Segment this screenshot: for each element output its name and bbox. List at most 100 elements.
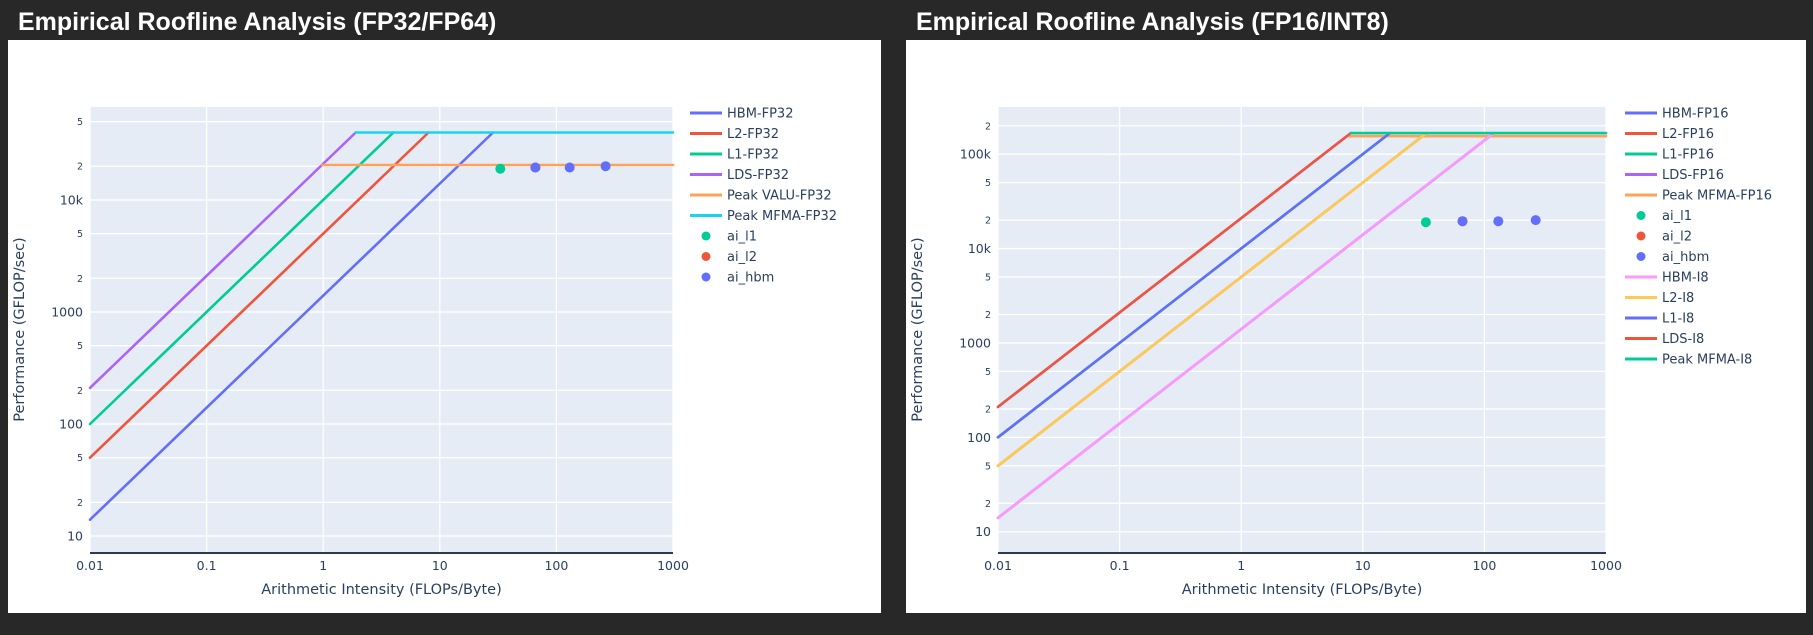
y-tick-label: 5 [985, 367, 991, 378]
legend-item-LDS-I8[interactable]: LDS-I8 [1625, 332, 1704, 347]
x-tick-label: 1000 [657, 558, 689, 573]
legend-item-L1-FP32[interactable]: L1-FP32 [690, 148, 779, 163]
y-tick-label: 2 [985, 216, 991, 227]
y-tick-label: 10k [968, 241, 992, 256]
series-point-ai_hbm[interactable] [565, 163, 575, 173]
legend-item-L2-I8[interactable]: L2-I8 [1625, 291, 1694, 306]
legend-dot-swatch [702, 232, 711, 241]
legend-dot-swatch [702, 273, 711, 282]
legend-item-Peak MFMA-FP32[interactable]: Peak MFMA-FP32 [690, 209, 837, 224]
legend-item-ai_hbm[interactable]: ai_hbm [702, 271, 775, 286]
y-tick-label: 5 [77, 341, 83, 352]
y-tick-label: 1000 [51, 304, 83, 319]
series-point-ai_hbm[interactable] [530, 163, 540, 173]
y-tick-label: 100 [967, 430, 991, 445]
legend-label: ai_l1 [1662, 209, 1692, 224]
y-tick-label: 5 [985, 272, 991, 283]
y-tick-label: 5 [77, 453, 83, 464]
y-tick-label: 2 [985, 121, 991, 132]
legend-item-ai_l1[interactable]: ai_l1 [1637, 209, 1692, 224]
legend-label: Peak MFMA-I8 [1662, 353, 1752, 368]
x-tick-label: 10 [1355, 558, 1371, 573]
y-tick-label: 10 [975, 524, 991, 539]
series-point-ai_hbm[interactable] [1493, 216, 1503, 226]
legend-item-Peak MFMA-I8[interactable]: Peak MFMA-I8 [1625, 353, 1752, 368]
legend-item-Peak VALU-FP32[interactable]: Peak VALU-FP32 [690, 189, 832, 204]
y-axis-title: Performance (GFLOP/sec) [12, 237, 28, 421]
legend-item-LDS-FP16[interactable]: LDS-FP16 [1625, 168, 1724, 183]
legend-item-Peak MFMA-FP16[interactable]: Peak MFMA-FP16 [1625, 189, 1772, 204]
legend-label: L2-I8 [1662, 291, 1694, 306]
x-tick-label: 0.01 [76, 558, 104, 573]
y-axis-title: Performance (GFLOP/sec) [910, 237, 926, 421]
x-tick-label: 1 [319, 558, 327, 573]
chart-card-fp32: 10251002510002510k250.010.11101001000Ari… [8, 40, 881, 613]
page: { "page": { "background": "#282828", "ca… [0, 0, 1813, 635]
x-axis-title: Arithmetic Intensity (FLOPs/Byte) [261, 582, 502, 598]
y-tick-label: 5 [985, 178, 991, 189]
y-tick-label: 2 [77, 274, 83, 285]
legend-label: LDS-FP32 [727, 168, 789, 183]
y-tick-label: 10 [67, 529, 83, 544]
chart-title-fp32: Empirical Roofline Analysis (FP32/FP64) [8, 0, 881, 40]
legend-item-HBM-I8[interactable]: HBM-I8 [1625, 271, 1709, 286]
x-axis-title: Arithmetic Intensity (FLOPs/Byte) [1182, 582, 1423, 598]
legend-label: HBM-FP32 [727, 107, 793, 122]
legend-label: Peak MFMA-FP16 [1662, 189, 1772, 204]
series-point-ai_l1[interactable] [495, 164, 505, 174]
y-tick-label: 100k [960, 147, 992, 162]
legend-item-LDS-FP32[interactable]: LDS-FP32 [690, 168, 789, 183]
legend-label: HBM-FP16 [1662, 107, 1728, 122]
legend-item-ai_l2[interactable]: ai_l2 [1637, 230, 1692, 245]
roofline-plot-fp16[interactable]: 10251002510002510k25100k20.010.111010010… [906, 40, 1806, 613]
legend-dot-swatch [1637, 211, 1646, 220]
legend-item-L2-FP16[interactable]: L2-FP16 [1625, 127, 1714, 142]
legend-item-HBM-FP32[interactable]: HBM-FP32 [690, 107, 793, 122]
chart-block-fp32: Empirical Roofline Analysis (FP32/FP64) … [8, 0, 881, 613]
y-tick-label: 2 [77, 498, 83, 509]
legend-label: L2-FP16 [1662, 127, 1714, 142]
legend-item-L1-FP16[interactable]: L1-FP16 [1625, 148, 1714, 163]
legend-item-HBM-FP16[interactable]: HBM-FP16 [1625, 107, 1728, 122]
y-tick-label: 10k [60, 192, 84, 207]
x-tick-label: 100 [1472, 558, 1496, 573]
plot-area[interactable] [90, 107, 673, 552]
legend-label: L1-FP32 [727, 148, 779, 163]
y-tick-label: 1000 [959, 335, 991, 350]
y-tick-label: 2 [985, 499, 991, 510]
legend-item-ai_hbm[interactable]: ai_hbm [1637, 250, 1710, 265]
legend-label: L1-I8 [1662, 312, 1694, 327]
y-tick-label: 2 [77, 162, 83, 173]
legend-label: Peak VALU-FP32 [727, 189, 832, 204]
legend-item-ai_l2[interactable]: ai_l2 [702, 250, 757, 265]
plot-area[interactable] [998, 107, 1606, 552]
x-tick-label: 10 [432, 558, 448, 573]
legend-item-L2-FP32[interactable]: L2-FP32 [690, 127, 779, 142]
roofline-plot-fp32[interactable]: 10251002510002510k250.010.11101001000Ari… [8, 40, 881, 613]
legend-item-ai_l1[interactable]: ai_l1 [702, 230, 757, 245]
y-tick-label: 100 [59, 417, 83, 432]
series-point-ai_hbm[interactable] [1531, 215, 1541, 225]
x-tick-label: 1000 [1590, 558, 1622, 573]
legend-label: Peak MFMA-FP32 [727, 209, 837, 224]
legend-item-L1-I8[interactable]: L1-I8 [1625, 312, 1694, 327]
series-point-ai_hbm[interactable] [1458, 216, 1468, 226]
legend-label: LDS-FP16 [1662, 168, 1724, 183]
legend-label: ai_hbm [727, 271, 774, 286]
y-tick-label: 2 [77, 386, 83, 397]
x-tick-label: 0.1 [197, 558, 217, 573]
x-tick-label: 1 [1237, 558, 1245, 573]
series-point-ai_l1[interactable] [1421, 217, 1431, 227]
y-tick-label: 5 [985, 461, 991, 472]
legend-dot-swatch [1637, 232, 1646, 241]
legend-label: ai_l2 [1662, 230, 1692, 245]
y-tick-label: 2 [985, 404, 991, 415]
legend-label: ai_l2 [727, 250, 757, 265]
chart-title-fp16: Empirical Roofline Analysis (FP16/INT8) [906, 0, 1806, 40]
series-point-ai_hbm[interactable] [601, 161, 611, 171]
x-tick-label: 100 [544, 558, 568, 573]
legend-dot-swatch [702, 252, 711, 261]
chart-card-fp16: 10251002510002510k25100k20.010.111010010… [906, 40, 1806, 613]
legend-label: L2-FP32 [727, 127, 779, 142]
legend-label: LDS-I8 [1662, 332, 1704, 347]
